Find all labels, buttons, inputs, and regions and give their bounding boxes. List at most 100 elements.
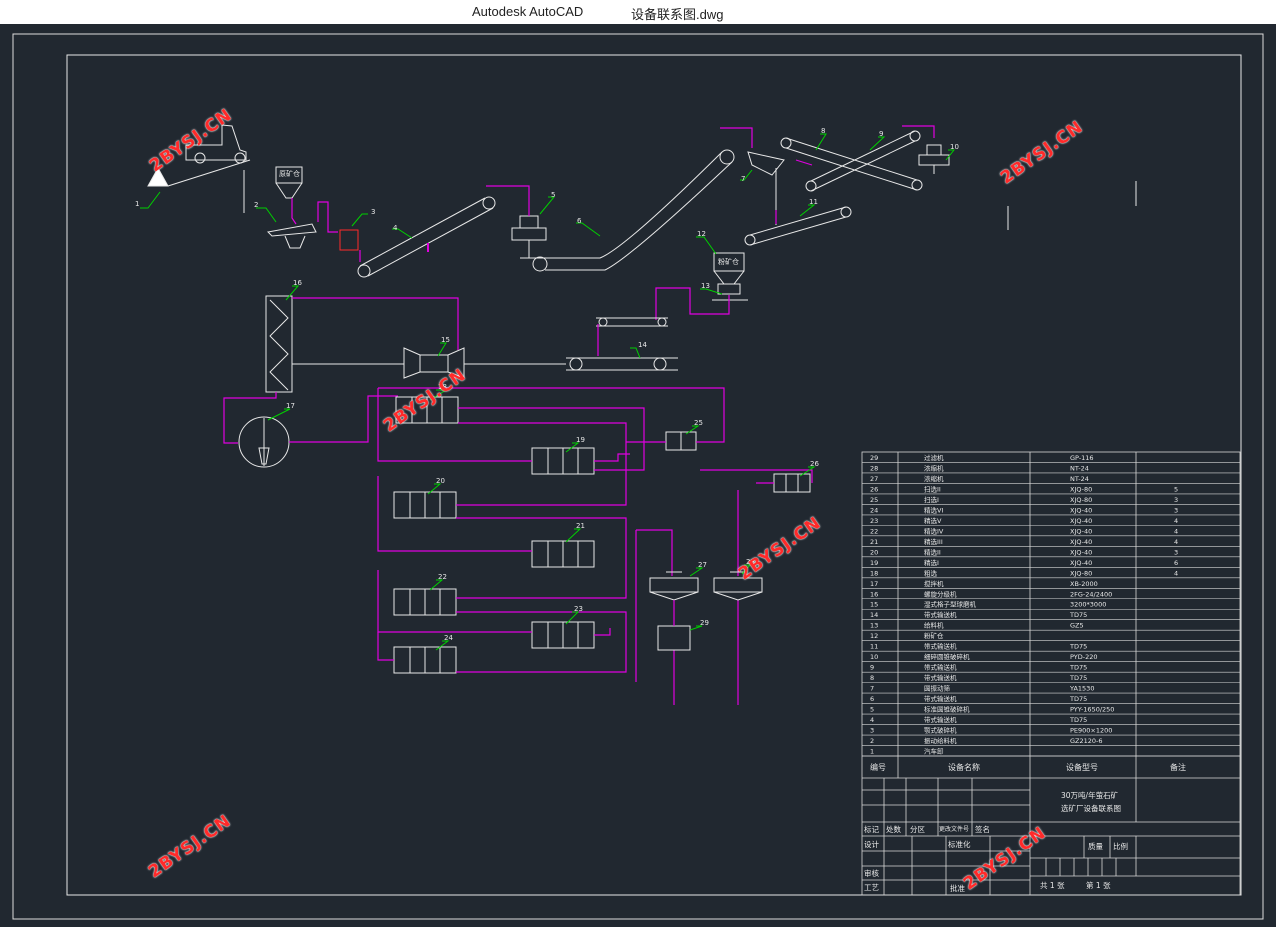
label-4: 4 — [393, 224, 398, 232]
powder-bin-label: 粉矿仓 — [718, 257, 739, 266]
table-cell-no: 5 — [870, 706, 874, 714]
label-22: 22 — [438, 573, 447, 581]
tb-process: 工艺 — [864, 883, 879, 892]
header-no: 编号 — [870, 762, 886, 772]
parts-table-rows: 29 过滤机 GP-11628 浓缩机 NT-2427 浓缩机 NT-2426 扫选II XJQ… — [862, 453, 1240, 757]
table-cell-name: 粗选 — [924, 568, 938, 577]
vibrating-feeder-2 — [266, 223, 317, 249]
label-23: 23 — [574, 605, 583, 613]
drawing-title: 选矿厂设备联系图 — [1061, 803, 1121, 813]
label-7: 7 — [741, 175, 745, 183]
app-name: Autodesk AutoCAD — [472, 4, 584, 19]
table-cell-no: 11 — [870, 643, 878, 651]
tb-sheets-total: 共 1 张 — [1040, 881, 1065, 890]
table-cell-name: 汽车卸 — [924, 747, 944, 756]
spiral-classifier-16 — [265, 295, 293, 393]
filter-29 — [657, 625, 691, 651]
table-cell-no: 19 — [870, 559, 878, 567]
label-12: 12 — [697, 230, 706, 238]
label-21: 21 — [576, 522, 585, 530]
table-cell-name: 螺旋分级机 — [924, 589, 957, 598]
label-16: 16 — [293, 279, 302, 287]
table-cell-no: 25 — [870, 496, 878, 504]
document-name: 设备联系图.dwg — [631, 7, 724, 22]
inner-frame — [66, 54, 1242, 896]
window-title-bar: Autodesk AutoCAD 设备联系图.dwg — [0, 0, 1276, 24]
table-cell-name: 扫选I — [924, 495, 939, 504]
table-cell-qty: 3 — [1174, 496, 1178, 504]
table-cell-qty: 6 — [1174, 559, 1178, 567]
drawing-canvas[interactable]: 原矿仓 粉矿仓 1 2 3 4 5 6 7 8 9 10 11 12 13 14… — [0, 24, 1276, 927]
table-cell-no: 21 — [870, 538, 878, 546]
table-cell-name: 带式输送机 — [924, 610, 957, 619]
table-cell-model: PYD-220 — [1070, 653, 1098, 661]
table-cell-model: PE900×1200 — [1070, 727, 1112, 735]
table-cell-no: 20 — [870, 548, 878, 556]
agitator-17 — [238, 416, 290, 468]
flotation-flow — [377, 387, 813, 705]
tb-mark: 标记 — [864, 824, 879, 834]
label-1: 1 — [135, 200, 139, 208]
table-cell-name: 浓缩机 — [924, 474, 944, 483]
table-cell-qty: 4 — [1174, 527, 1178, 535]
tb-scale: 比例 — [1113, 841, 1128, 851]
table-cell-model: XJQ-40 — [1070, 506, 1092, 514]
label-11: 11 — [809, 198, 818, 206]
table-cell-model: TD75 — [1069, 611, 1087, 619]
table-cell-model: GZ2120-6 — [1070, 737, 1103, 745]
belt-conveyor-14 — [566, 317, 678, 371]
table-cell-no: 22 — [870, 527, 878, 535]
table-cell-qty: 3 — [1174, 548, 1178, 556]
label-19: 19 — [576, 436, 585, 444]
table-cell-name: 细碎圆锥破碎机 — [924, 652, 970, 661]
cell-26 — [773, 473, 811, 493]
tb-review: 审核 — [864, 868, 879, 878]
table-cell-no: 23 — [870, 517, 878, 525]
label-14: 14 — [638, 341, 647, 349]
jaw-crusher-3 — [339, 229, 359, 251]
table-cell-no: 8 — [870, 674, 874, 682]
table-cell-model: XB-2000 — [1070, 580, 1098, 588]
table-cell-no: 4 — [870, 716, 874, 724]
equipment-labels: 1 2 3 4 5 6 7 8 9 10 11 12 13 14 15 16 1… — [135, 127, 959, 642]
header-remark: 备注 — [1170, 762, 1186, 772]
table-cell-name: 搅拌机 — [924, 579, 944, 588]
table-cell-name: 过滤机 — [924, 453, 944, 462]
table-cell-no: 27 — [870, 475, 878, 483]
table-cell-name: 带式输送机 — [924, 715, 957, 724]
table-cell-qty: 4 — [1174, 517, 1178, 525]
project-title: 30万吨/年萤石矿 — [1061, 790, 1119, 800]
label-29: 29 — [700, 619, 709, 627]
table-cell-name: 精选V — [924, 516, 942, 525]
fine-cone-crusher-10 — [918, 144, 950, 174]
cell-23 — [531, 621, 595, 649]
header-model: 设备型号 — [1066, 762, 1098, 772]
table-cell-no: 16 — [870, 590, 878, 598]
table-cell-model: XJQ-80 — [1070, 569, 1092, 577]
tb-design: 设计 — [864, 839, 879, 849]
table-cell-model: NT-24 — [1070, 475, 1089, 483]
table-cell-model: NT-24 — [1070, 464, 1089, 472]
table-cell-name: 浓缩机 — [924, 463, 944, 472]
table-cell-model: YA1530 — [1069, 685, 1094, 693]
title-block-text: 30万吨/年萤石矿 选矿厂设备联系图 标记 处数 分区 更改文件号 签名 设计 … — [864, 790, 1128, 893]
table-cell-model: XJQ-80 — [1070, 485, 1092, 493]
table-cell-no: 1 — [870, 748, 874, 756]
thickener-27 — [649, 571, 699, 601]
table-cell-name: 粉矿仓 — [924, 631, 944, 640]
table-cell-no: 14 — [870, 611, 878, 619]
table-cell-model: TD75 — [1069, 695, 1087, 703]
belt-conveyor-8-9 — [780, 130, 923, 192]
header-name: 设备名称 — [948, 762, 980, 772]
cad-drawing[interactable]: 原矿仓 粉矿仓 1 2 3 4 5 6 7 8 9 10 11 12 13 14… — [0, 24, 1276, 927]
table-cell-no: 9 — [870, 664, 874, 672]
label-2: 2 — [254, 201, 258, 209]
table-cell-name: 振动给料机 — [924, 736, 957, 745]
label-13: 13 — [701, 282, 710, 290]
table-cell-model: PYY-1650/250 — [1070, 706, 1114, 714]
raw-bin-label: 原矿仓 — [279, 169, 300, 178]
table-cell-no: 12 — [870, 632, 878, 640]
vibrating-screen-7 — [747, 151, 785, 225]
label-20: 20 — [436, 477, 445, 485]
table-cell-name: 扫选II — [924, 484, 941, 493]
